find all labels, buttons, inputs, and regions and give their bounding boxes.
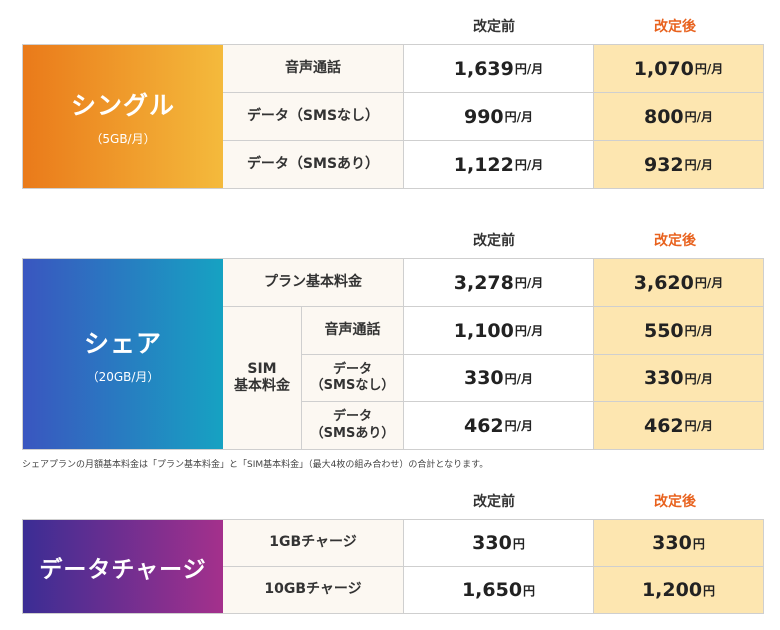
share-plan-name: シェア bbox=[83, 328, 162, 358]
charge-plan-cell: データチャージ bbox=[23, 520, 223, 613]
charge-row-label: 10GBチャージ bbox=[223, 567, 404, 613]
header-after: 改定後 bbox=[654, 494, 696, 510]
share-sim-row-after: 330 円/月 bbox=[594, 355, 763, 402]
single-row-after: 800 円/月 bbox=[594, 93, 763, 141]
single-row-label: データ（SMSなし） bbox=[223, 93, 404, 141]
single-plan-cell: シングル （5GB/月） bbox=[23, 45, 223, 188]
share-sim-row-label: データ （SMSあり） bbox=[302, 402, 404, 449]
share-plan-table: シェア （20GB/月） プラン基本料金 3,278 円/月 3,620 円/月 S… bbox=[22, 258, 764, 450]
share-sim-row-after: 462 円/月 bbox=[594, 402, 763, 449]
header-before: 改定前 bbox=[473, 233, 515, 249]
share-sim-row-label: データ （SMSなし） bbox=[302, 355, 404, 402]
charge-row-before: 330 円 bbox=[404, 520, 594, 567]
single-plan-sub: （5GB/月） bbox=[90, 132, 156, 146]
single-plan-table: シングル （5GB/月） 音声通話 1,639 円/月 1,070 円/月 データ（… bbox=[22, 44, 764, 189]
share-sim-row-before: 330 円/月 bbox=[404, 355, 594, 402]
single-row-label: データ（SMSあり） bbox=[223, 141, 404, 188]
header-before: 改定前 bbox=[473, 19, 515, 35]
share-plan-sub: （20GB/月） bbox=[86, 369, 160, 384]
single-plan-name: シングル bbox=[70, 91, 175, 120]
share-sim-row-label: 音声通話 bbox=[302, 307, 404, 355]
header-after: 改定後 bbox=[654, 233, 696, 249]
charge-plan-name: データチャージ bbox=[39, 556, 207, 583]
header-after: 改定後 bbox=[654, 19, 696, 35]
share-sim-row-after: 550 円/月 bbox=[594, 307, 763, 355]
share-sim-row-before: 462 円/月 bbox=[404, 402, 594, 449]
single-row-after: 932 円/月 bbox=[594, 141, 763, 188]
share-sim-row-before: 1,100 円/月 bbox=[404, 307, 594, 355]
single-row-after: 1,070 円/月 bbox=[594, 45, 763, 93]
single-row-label: 音声通話 bbox=[223, 45, 404, 93]
charge-row-label: 1GBチャージ bbox=[223, 520, 404, 567]
share-plan-cell: シェア （20GB/月） bbox=[23, 259, 223, 449]
charge-row-before: 1,650 円 bbox=[404, 567, 594, 613]
single-row-before: 1,122 円/月 bbox=[404, 141, 594, 188]
single-row-before: 990 円/月 bbox=[404, 93, 594, 141]
share-footnote: シェアプランの月額基本料金は「プラン基本料金」と「SIM基本料金」（最大4枚の組… bbox=[22, 460, 489, 470]
share-plan-basic-before: 3,278 円/月 bbox=[404, 259, 594, 307]
share-plan-basic-after: 3,620 円/月 bbox=[594, 259, 763, 307]
charge-table: データチャージ 1GBチャージ 330 円 330 円 10GBチャージ 1,650… bbox=[22, 519, 764, 614]
single-row-before: 1,639 円/月 bbox=[404, 45, 594, 93]
share-sim-basic-label: SIM 基本料金 bbox=[223, 307, 302, 449]
charge-row-after: 1,200 円 bbox=[594, 567, 763, 613]
charge-row-after: 330 円 bbox=[594, 520, 763, 567]
share-plan-basic-label: プラン基本料金 bbox=[223, 259, 404, 307]
header-before: 改定前 bbox=[473, 494, 515, 510]
